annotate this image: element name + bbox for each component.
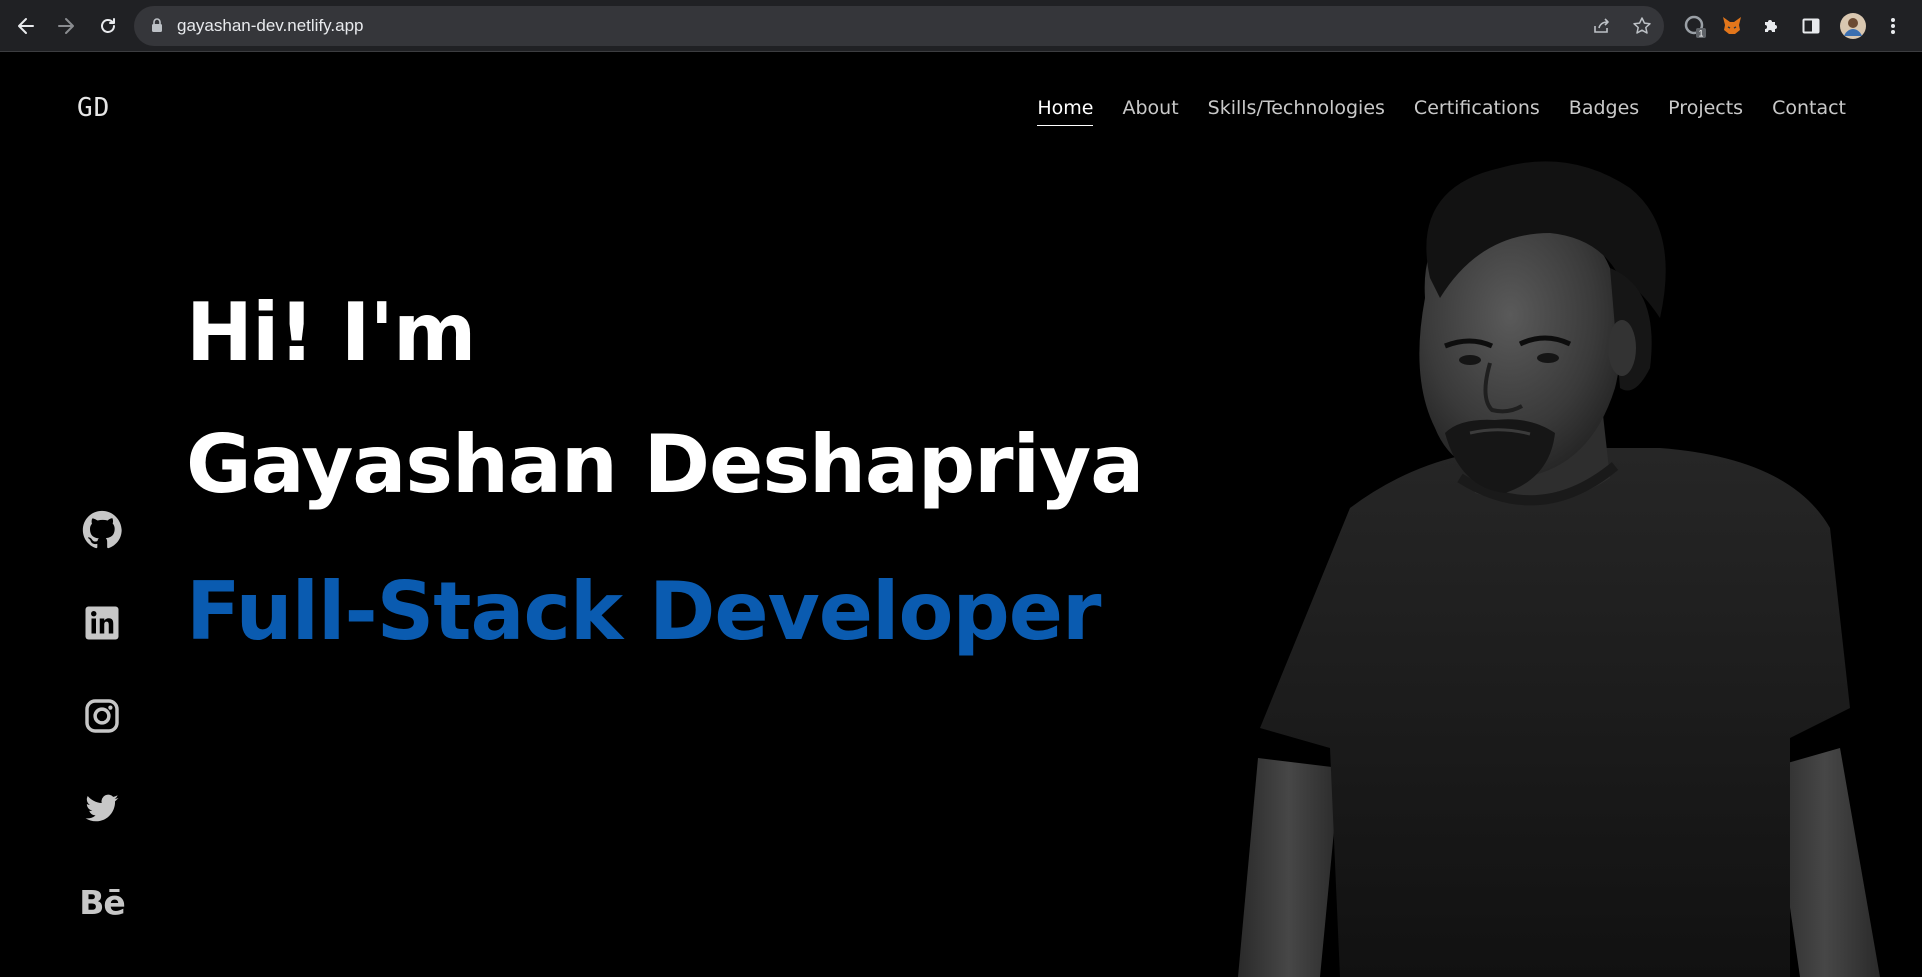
extension-sync-icon[interactable]: 1 xyxy=(1681,12,1709,40)
nav-contact[interactable]: Contact xyxy=(1772,97,1846,126)
nav-about[interactable]: About xyxy=(1122,97,1178,126)
hero-name: Gayashan Deshapriya xyxy=(186,418,1144,511)
nav-certifications[interactable]: Certifications xyxy=(1414,97,1540,126)
github-icon xyxy=(82,510,122,549)
social-links: Bē xyxy=(79,508,130,973)
reload-button[interactable] xyxy=(92,10,124,42)
forward-arrow-icon xyxy=(58,18,74,34)
puzzle-extensions-icon[interactable] xyxy=(1757,12,1785,40)
nav-home[interactable]: Home xyxy=(1037,97,1094,126)
share-icon[interactable] xyxy=(1590,14,1614,38)
back-arrow-icon xyxy=(18,18,34,34)
hero-greeting: Hi! I'm xyxy=(186,286,476,379)
hero-role: Full-Stack Developer xyxy=(186,565,1101,658)
linkedin-link[interactable] xyxy=(80,601,124,645)
site-logo[interactable]: GD xyxy=(77,93,110,123)
back-button[interactable] xyxy=(10,10,42,42)
behance-icon: Bē xyxy=(79,882,126,922)
portrait-photo xyxy=(1238,161,1880,977)
github-link[interactable] xyxy=(80,508,124,552)
lock-icon xyxy=(152,18,162,32)
instagram-icon xyxy=(85,699,119,733)
twitter-icon xyxy=(85,794,119,822)
nav-badges[interactable]: Badges xyxy=(1569,97,1639,126)
side-panel-icon[interactable] xyxy=(1797,12,1825,40)
profile-avatar[interactable] xyxy=(1838,11,1868,41)
metamask-fox-icon[interactable] xyxy=(1718,12,1746,40)
browser-toolbar: gayashan-dev.netlify.app 1 xyxy=(0,0,1922,52)
forward-button[interactable] xyxy=(50,10,82,42)
twitter-link[interactable] xyxy=(80,787,124,831)
address-bar[interactable]: gayashan-dev.netlify.app xyxy=(134,6,1664,46)
kebab-menu-icon[interactable] xyxy=(1879,12,1907,40)
reload-icon xyxy=(101,18,115,33)
linkedin-icon xyxy=(85,606,119,640)
url-text: gayashan-dev.netlify.app xyxy=(177,16,364,35)
nav-projects[interactable]: Projects xyxy=(1668,97,1743,126)
instagram-link[interactable] xyxy=(80,694,124,738)
nav-skills[interactable]: Skills/Technologies xyxy=(1208,97,1385,126)
behance-link[interactable]: Bē xyxy=(79,880,126,924)
portfolio-page: GD Home About Skills/Technologies Certif… xyxy=(0,53,1922,977)
hero-section: Hi! I'm Gayashan Deshapriya Full-Stack D… xyxy=(186,286,1144,658)
bookmark-star-icon[interactable] xyxy=(1630,14,1654,38)
main-navigation: Home About Skills/Technologies Certifica… xyxy=(1037,97,1846,126)
extension-badge: 1 xyxy=(1698,29,1703,39)
